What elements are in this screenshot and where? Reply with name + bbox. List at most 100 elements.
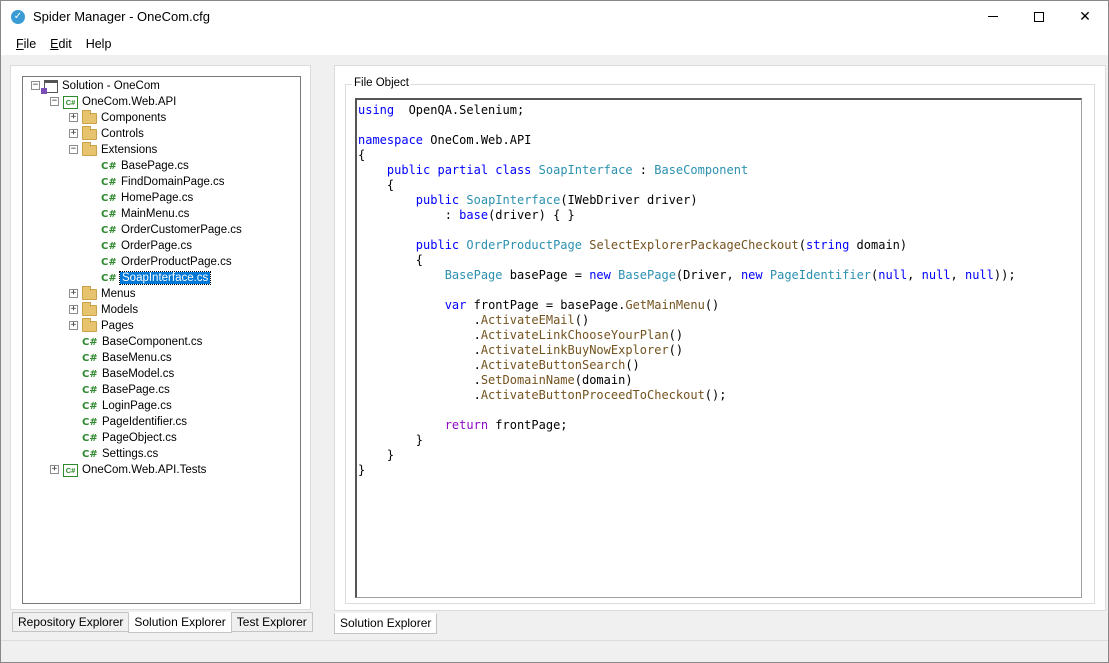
tree-item[interactable]: C# BasePage.cs [101,158,190,174]
csharp-file-icon: C# [82,416,98,428]
tree-item[interactable]: Components [82,110,167,126]
csharp-file-icon: C# [101,192,117,204]
menu-bar: File Edit Help [1,32,1108,56]
tree-item-label: LoginPage.cs [102,400,172,412]
tree-item-label: MainMenu.cs [121,208,190,220]
code-token: using [358,103,395,117]
tree-item[interactable]: Solution - OneCom [41,78,161,94]
expand-icon[interactable]: + [50,465,59,474]
tab-repository-explorer[interactable]: Repository Explorer [12,612,130,632]
csharp-file-icon: C# [101,208,117,220]
code-token: : [632,163,655,177]
tree-item[interactable]: C# MainMenu.cs [101,206,190,222]
tree-item[interactable]: C# OneCom.Web.API [63,94,177,110]
csharp-file-icon: C# [82,384,98,396]
tree-item[interactable]: C# BasePage.cs [82,382,171,398]
tab-solution-explorer-right[interactable]: Solution Explorer [334,613,438,634]
tree-item[interactable]: C# BaseModel.cs [82,366,175,382]
tree-item[interactable]: Extensions [82,142,158,158]
close-button[interactable]: ✕ [1062,1,1108,32]
tree-item-label: PageIdentifier.cs [102,416,188,428]
folder-icon [82,286,97,300]
tree-item-label: Models [101,304,139,316]
csharp-project-icon: C# [63,95,78,109]
tree-item[interactable]: Pages [82,318,135,334]
tree-item[interactable]: C# SoapInterface.cs [101,270,212,286]
code-token: () [668,328,684,342]
expand-icon[interactable]: + [69,289,78,298]
collapse-icon[interactable]: − [31,81,40,90]
menu-edit[interactable]: Edit [43,37,79,51]
tree-item[interactable]: Models [82,302,139,318]
code-token: , [950,268,965,282]
csharp-file-icon: C# [82,368,98,380]
code-token: BasePage [618,268,676,282]
tree-item[interactable]: C# BaseComponent.cs [82,334,203,350]
code-editor[interactable]: using OpenQA.Selenium; namespace OneCom.W… [355,98,1082,598]
code-token: public [415,238,460,252]
title-bar: ✓ Spider Manager - OneCom.cfg ✕ [1,1,1108,32]
maximize-icon [1034,11,1044,22]
tab-solution-explorer[interactable]: Solution Explorer [128,612,232,633]
code-line: .ActivateLinkBuyNowExplorer() [358,343,1081,358]
menu-help[interactable]: Help [79,37,119,51]
code-token: (driver) { } [488,208,575,222]
expand-icon[interactable]: + [69,305,78,314]
expand-icon[interactable]: + [69,321,78,330]
code-token: ( [798,238,806,252]
code-token: { [358,178,395,192]
tree-item-label: BaseMenu.cs [102,352,172,364]
code-token: () [668,343,684,357]
tree-item[interactable]: C# OrderCustomerPage.cs [101,222,243,238]
tab-test-explorer[interactable]: Test Explorer [230,612,313,632]
tree-item[interactable]: C# OneCom.Web.API.Tests [63,462,207,478]
spider-app-icon: ✓ [11,9,25,24]
tree-item[interactable]: C# OrderProductPage.cs [101,254,233,270]
collapse-icon[interactable]: − [50,97,59,106]
tree-item[interactable]: C# PageIdentifier.cs [82,414,188,430]
tree-item[interactable]: C# FindDomainPage.cs [101,174,226,190]
menu-file[interactable]: File [9,37,43,51]
folder-icon [82,142,97,156]
tree-item[interactable]: Controls [82,126,145,142]
code-token: SoapInterface [538,163,633,177]
code-token: (Driver, [675,268,741,282]
code-line: } [358,433,1081,448]
tree-item-label: BaseModel.cs [102,368,175,380]
collapse-icon[interactable]: − [69,145,78,154]
minimize-button[interactable] [970,1,1016,32]
tree-item[interactable]: C# LoginPage.cs [82,398,173,414]
expand-icon[interactable]: + [69,129,78,138]
tree-item[interactable]: C# BaseMenu.cs [82,350,173,366]
expand-icon[interactable]: + [69,113,78,122]
tree-item[interactable]: C# Settings.cs [82,446,159,462]
code-token: BasePage [444,268,503,282]
app-window: ✓ Spider Manager - OneCom.cfg ✕ File Edi… [0,0,1109,663]
code-line: : base(driver) { } [358,208,1081,223]
maximize-button[interactable] [1016,1,1062,32]
csharp-file-icon: C# [101,240,117,252]
code-token: , [907,268,922,282]
minimize-icon [988,16,998,17]
tree-item[interactable]: C# HomePage.cs [101,190,194,206]
tree-item[interactable]: Menus [82,286,137,302]
tree-item[interactable]: C# PageObject.cs [82,430,178,446]
solution-tree[interactable]: − Solution - OneCom − C# OneCom.Web.API + Comp… [22,76,301,604]
code-token: new [740,268,763,282]
tree-item-label: BasePage.cs [102,384,170,396]
code-token: public [415,193,460,207]
csharp-file-icon: C# [101,176,117,188]
code-token: OpenQA.Selenium; [394,103,525,117]
code-token: frontPage; [488,418,568,432]
code-line: { [358,253,1081,268]
tree-item[interactable]: C# OrderPage.cs [101,238,193,254]
code-token: SelectExplorerPackageCheckout [589,238,799,252]
folder-icon [82,110,97,124]
